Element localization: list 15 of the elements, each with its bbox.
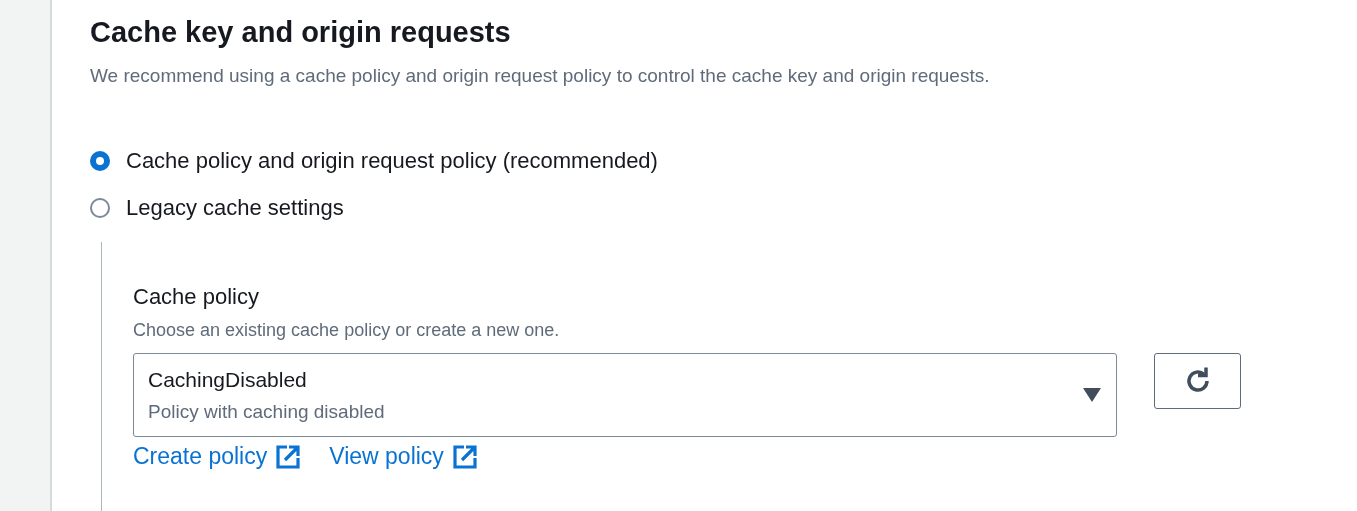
radio-label: Legacy cache settings bbox=[126, 195, 344, 221]
policy-link[interactable]: Create policy bbox=[133, 443, 268, 470]
policy-link[interactable]: View policy bbox=[329, 443, 444, 470]
cache-policy-select[interactable]: CachingDisabled Policy with caching disabled bbox=[133, 353, 1117, 437]
radio-label: Cache policy and origin request policy (recommended) bbox=[126, 148, 658, 174]
field-description: Choose an existing cache policy or create a new one. bbox=[133, 320, 561, 341]
external-link-icon bbox=[451, 443, 478, 470]
field-label: Cache policy bbox=[133, 284, 260, 310]
radio-button[interactable] bbox=[90, 151, 110, 171]
external-link-icon bbox=[275, 443, 302, 470]
section-description: We recommend using a cache policy and origin request policy to control the cache key and origin requests. bbox=[90, 65, 991, 87]
refresh-button[interactable] bbox=[1154, 353, 1241, 409]
caret-icon bbox=[1082, 387, 1102, 403]
section-title: Cache key and origin requests bbox=[90, 16, 512, 49]
radio-button[interactable] bbox=[90, 198, 110, 218]
